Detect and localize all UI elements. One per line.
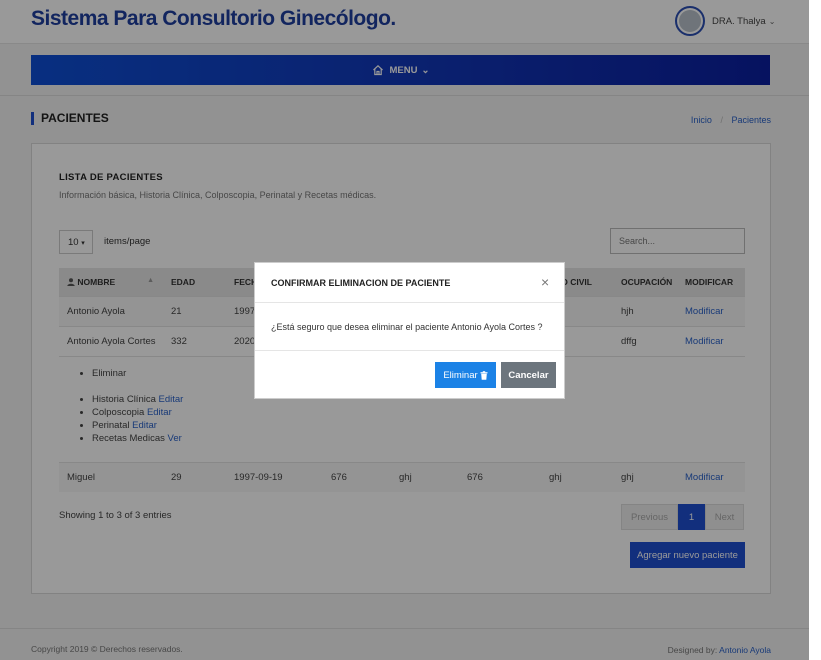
confirm-delete-label: Eliminar xyxy=(443,369,478,381)
confirm-delete-dialog: CONFIRMAR ELIMINACION DE PACIENTE × ¿Est… xyxy=(254,262,565,399)
trash-icon xyxy=(480,370,488,380)
modal-message: ¿Está seguro que desea eliminar el pacie… xyxy=(255,303,564,351)
modal-header: CONFIRMAR ELIMINACION DE PACIENTE × xyxy=(255,263,564,303)
confirm-delete-button[interactable]: Eliminar xyxy=(435,362,496,388)
close-icon[interactable]: × xyxy=(541,275,549,289)
cancel-button[interactable]: Cancelar xyxy=(501,362,556,388)
app: Sistema Para Consultorio Ginecólogo. DRA… xyxy=(0,0,809,660)
page-edge xyxy=(809,0,821,660)
modal-title: CONFIRMAR ELIMINACION DE PACIENTE xyxy=(271,278,451,288)
